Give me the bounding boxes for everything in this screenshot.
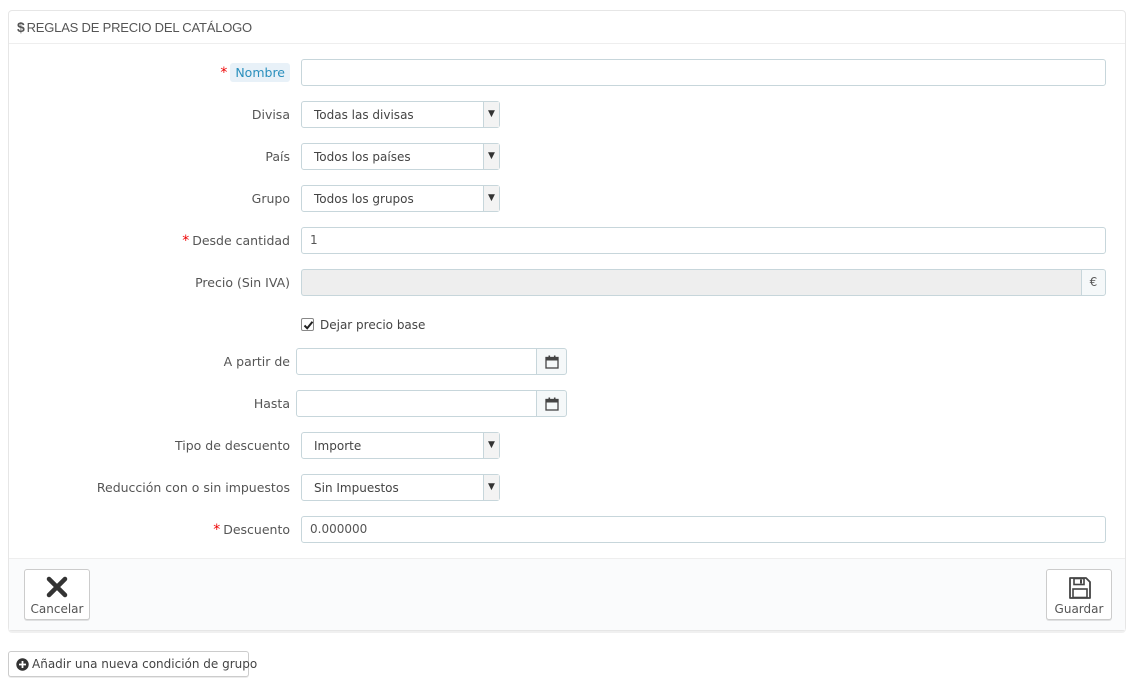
tipo-descuento-label: Tipo de descuento	[175, 438, 290, 453]
divisa-label: Divisa	[251, 107, 290, 122]
row-hasta: Hasta	[9, 390, 1125, 418]
catalog-price-rules-panel: $ REGLAS DE PRECIO DEL CATÁLOGO * Nombre D…	[8, 10, 1126, 631]
a-partir-de-label: A partir de	[223, 354, 290, 369]
desde-cantidad-input[interactable]: 1	[301, 227, 1106, 254]
save-label: Guardar	[1054, 602, 1104, 616]
chevron-down-icon: ▼	[483, 144, 499, 169]
cancel-button[interactable]: Cancelar	[24, 569, 90, 620]
chevron-down-icon: ▼	[483, 186, 499, 211]
row-descuento: * Descuento 0.000000	[9, 516, 1125, 544]
required-marker: *	[213, 522, 221, 538]
cancel-label: Cancelar	[30, 602, 84, 616]
desde-cantidad-label: * Desde cantidad	[182, 227, 290, 255]
calendar-icon	[545, 397, 559, 411]
reduccion-selected: Sin Impuestos	[314, 481, 399, 495]
row-desde-cantidad: * Desde cantidad 1	[9, 227, 1125, 255]
floppy-disk-icon	[1069, 577, 1091, 599]
row-precio: Precio (Sin IVA) €	[9, 269, 1125, 297]
calendar-icon	[545, 355, 559, 369]
pais-label: País	[265, 149, 290, 164]
hasta-label: Hasta	[253, 396, 290, 411]
hasta-input[interactable]	[296, 390, 537, 417]
precio-label: Precio (Sin IVA)	[195, 275, 290, 290]
desde-cantidad-label-text: Desde cantidad	[192, 233, 290, 248]
a-partir-de-calendar-button[interactable]	[536, 348, 567, 375]
hasta-calendar-button[interactable]	[536, 390, 567, 417]
pais-selected: Todos los países	[314, 150, 411, 164]
grupo-select[interactable]: Todos los grupos ▼	[301, 185, 500, 212]
panel-title-text: REGLAS DE PRECIO DEL CATÁLOGO	[26, 20, 253, 35]
required-marker: *	[182, 233, 190, 249]
dejar-precio-base-label: Dejar precio base	[320, 318, 426, 332]
dollar-icon: $	[17, 19, 25, 35]
precio-input	[301, 269, 1081, 296]
close-icon	[46, 576, 68, 598]
reduccion-select[interactable]: Sin Impuestos ▼	[301, 474, 500, 501]
panel-title: $ REGLAS DE PRECIO DEL CATÁLOGO	[9, 11, 1125, 44]
pais-select[interactable]: Todos los países ▼	[301, 143, 500, 170]
grupo-selected: Todos los grupos	[314, 192, 414, 206]
panel-footer: Cancelar Guardar	[9, 558, 1125, 630]
divisa-selected: Todas las divisas	[314, 108, 414, 122]
euro-addon: €	[1081, 269, 1106, 296]
divisa-select[interactable]: Todas las divisas ▼	[301, 101, 500, 128]
row-grupo: Grupo Todos los grupos ▼	[9, 185, 1125, 213]
row-reduccion: Reducción con o sin impuestos Sin Impues…	[9, 474, 1125, 502]
check-icon	[303, 321, 314, 330]
tipo-descuento-select[interactable]: Importe ▼	[301, 432, 500, 459]
row-a-partir-de: A partir de	[9, 348, 1125, 376]
save-button[interactable]: Guardar	[1046, 569, 1112, 620]
tipo-descuento-selected: Importe	[314, 439, 362, 453]
nombre-label-text[interactable]: Nombre	[230, 63, 290, 82]
row-pais: País Todos los países ▼	[9, 143, 1125, 171]
dejar-precio-base-checkbox[interactable]	[301, 318, 314, 331]
row-divisa: Divisa Todas las divisas ▼	[9, 101, 1125, 129]
row-nombre: * Nombre	[9, 59, 1125, 87]
row-tipo-descuento: Tipo de descuento Importe ▼	[9, 432, 1125, 460]
nombre-input[interactable]	[301, 59, 1106, 86]
chevron-down-icon: ▼	[483, 102, 499, 127]
chevron-down-icon: ▼	[483, 433, 499, 458]
plus-circle-icon	[16, 658, 29, 671]
descuento-label-text: Descuento	[223, 522, 290, 537]
chevron-down-icon: ▼	[483, 475, 499, 500]
a-partir-de-input[interactable]	[296, 348, 537, 375]
add-group-condition-button[interactable]: Añadir una nueva condición de grupo	[8, 651, 257, 677]
required-marker: *	[220, 65, 228, 81]
grupo-label: Grupo	[251, 191, 290, 206]
nombre-label: * Nombre	[220, 59, 290, 87]
add-group-condition-label: Añadir una nueva condición de grupo	[32, 657, 258, 671]
descuento-input[interactable]: 0.000000	[301, 516, 1106, 543]
reduccion-label: Reducción con o sin impuestos	[96, 480, 290, 495]
descuento-label: * Descuento	[213, 516, 290, 544]
